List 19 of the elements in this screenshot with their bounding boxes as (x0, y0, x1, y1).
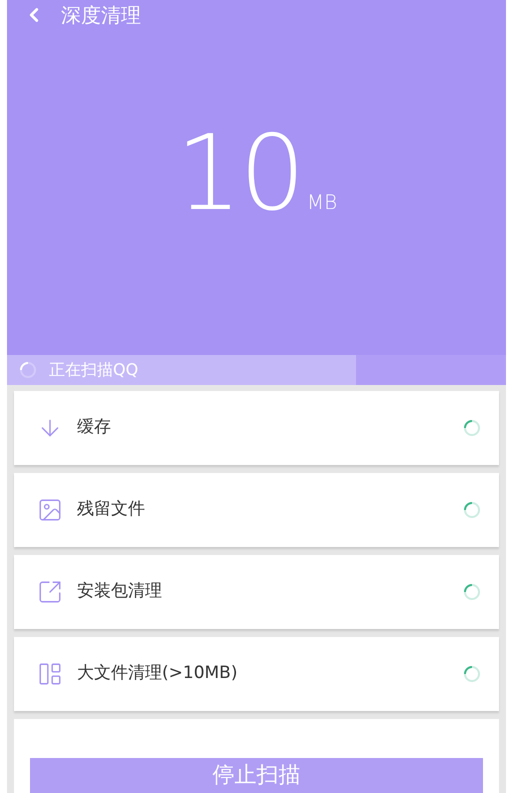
loading-spinner-icon (463, 419, 481, 437)
loading-spinner-icon (463, 501, 481, 519)
category-label: 残留文件 (77, 498, 146, 522)
loading-spinner-icon (19, 361, 37, 380)
category-label: 安装包清理 (77, 580, 163, 604)
image-icon (37, 497, 63, 523)
size-unit: MB (306, 188, 338, 216)
category-card[interactable]: 残留文件 (14, 473, 499, 547)
category-label: 大文件清理(>10MB) (77, 662, 238, 686)
category-card[interactable]: 安装包清理 (14, 555, 499, 629)
size-value: 10 (176, 120, 303, 225)
category-card[interactable]: 缓存 (14, 391, 499, 465)
category-label: 缓存 (77, 416, 112, 440)
loading-spinner-icon (463, 665, 481, 683)
scan-status: 正在扫描QQ (49, 359, 138, 382)
external-link-icon (37, 579, 63, 605)
loading-spinner-icon (463, 583, 481, 601)
page-title: 深度清理 (61, 2, 141, 29)
category-card[interactable]: 大文件清理(>10MB) (14, 637, 499, 711)
